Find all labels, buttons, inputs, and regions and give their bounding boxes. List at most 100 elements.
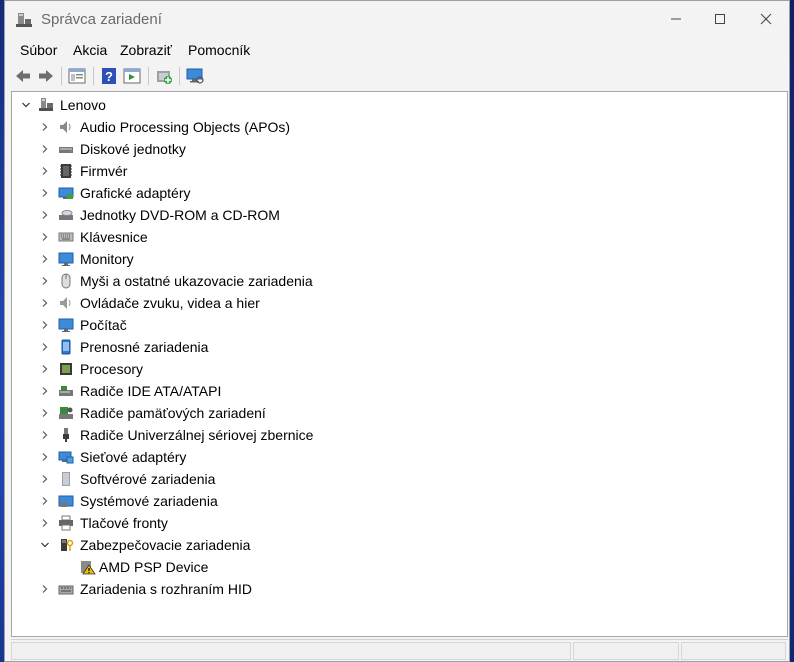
tree-node-root[interactable]: Lenovo (12, 95, 787, 115)
tree-node-label: Diskové jednotky (80, 141, 186, 157)
properties-view-icon[interactable] (67, 66, 87, 86)
chevron-right-icon[interactable] (40, 232, 50, 242)
tree-node-category[interactable]: Grafické adaptéry (12, 183, 787, 203)
tree-node-category[interactable]: Sieťové adaptéry (12, 447, 787, 467)
chevron-right-icon[interactable] (40, 474, 50, 484)
tree-node-label: Radiče pamäťových zariadení (80, 405, 266, 421)
tree-node-category[interactable]: Myši a ostatné ukazovacie zariadenia (12, 271, 787, 291)
status-cell (573, 642, 679, 660)
toolbar-separator (179, 67, 180, 85)
tree-node-category[interactable]: Procesory (12, 359, 787, 379)
dvd-drive-icon (59, 210, 73, 220)
tree-node-category[interactable]: Audio Processing Objects (APOs) (12, 117, 787, 137)
tree-node-category[interactable]: Jednotky DVD-ROM a CD-ROM (12, 205, 787, 225)
chevron-right-icon[interactable] (40, 166, 50, 176)
status-bar (11, 639, 788, 662)
close-button[interactable] (743, 1, 789, 37)
chevron-right-icon[interactable] (40, 342, 50, 352)
chevron-right-icon[interactable] (40, 386, 50, 396)
menu-bar: Súbor Akcia Zobraziť Pomocník (5, 39, 789, 61)
chevron-right-icon[interactable] (40, 144, 50, 154)
menu-action[interactable]: Akcia (73, 42, 107, 58)
chevron-right-icon[interactable] (40, 496, 50, 506)
tree-node-category[interactable]: Ovládače zvuku, videa a hier (12, 293, 787, 313)
tree-node-label: Sieťové adaptéry (80, 449, 187, 465)
chevron-right-icon[interactable] (40, 364, 50, 374)
chevron-right-icon[interactable] (40, 254, 50, 264)
maximize-icon (715, 14, 725, 24)
tree-node-label: Radiče IDE ATA/ATAPI (80, 383, 222, 399)
tree-node-label: Firmvér (80, 163, 128, 179)
tree-node-category[interactable]: Firmvér (12, 161, 787, 181)
chevron-right-icon[interactable] (40, 452, 50, 462)
run-view-icon[interactable] (122, 66, 142, 86)
tree-node-label: Systémové zariadenia (80, 493, 218, 509)
tree-node-category[interactable]: Zabezpečovacie zariadenia (12, 535, 787, 555)
keyboard-icon (58, 232, 74, 242)
storage-controller-icon (59, 407, 73, 419)
tree-node-child[interactable]: AMD PSP Device (12, 557, 787, 577)
update-driver-icon[interactable] (154, 66, 174, 86)
menu-help[interactable]: Pomocník (188, 42, 250, 58)
chevron-right-icon[interactable] (40, 430, 50, 440)
minimize-button[interactable] (653, 1, 699, 37)
help-icon[interactable]: ? (99, 66, 119, 86)
hid-icon (58, 585, 74, 595)
tree-node-label: AMD PSP Device (99, 559, 209, 575)
sound-icon (60, 297, 71, 309)
title-bar[interactable]: Správca zariadení (5, 1, 789, 37)
tree-node-category[interactable]: Diskové jednotky (12, 139, 787, 159)
processor-icon (60, 363, 72, 375)
display-adapter-icon (58, 187, 74, 199)
chevron-right-icon[interactable] (40, 584, 50, 594)
chevron-right-icon[interactable] (40, 408, 50, 418)
warning-device-icon (81, 561, 96, 575)
menu-view[interactable]: Zobraziť (120, 42, 172, 58)
chevron-right-icon[interactable] (40, 210, 50, 220)
speaker-icon (60, 121, 71, 133)
chevron-right-icon[interactable] (40, 122, 50, 132)
computer-icon (58, 318, 74, 332)
chevron-right-icon[interactable] (40, 518, 50, 528)
maximize-button[interactable] (697, 1, 743, 37)
chevron-right-icon[interactable] (40, 320, 50, 330)
scan-hardware-icon[interactable] (185, 66, 205, 86)
chevron-right-icon[interactable] (40, 188, 50, 198)
toolbar-separator (61, 67, 62, 85)
window-title: Správca zariadení (41, 11, 162, 28)
tree-node-category[interactable]: Softvérové zariadenia (12, 469, 787, 489)
tree-node-label: Audio Processing Objects (APOs) (80, 119, 291, 135)
tree-node-category[interactable]: Radiče Univerzálnej sériovej zbernice (12, 425, 787, 445)
close-icon (760, 13, 772, 25)
network-adapter-icon (58, 451, 74, 464)
ide-controller-icon (59, 386, 73, 396)
tree-node-category[interactable]: Radiče IDE ATA/ATAPI (12, 381, 787, 401)
tree-node-category[interactable]: Prenosné zariadenia (12, 337, 787, 357)
chevron-right-icon[interactable] (40, 298, 50, 308)
printer-icon (59, 515, 73, 531)
tree-node-label: Ovládače zvuku, videa a hier (80, 295, 260, 311)
chevron-down-icon[interactable] (21, 100, 31, 110)
tree-node-category[interactable]: Zariadenia s rozhraním HID (12, 579, 787, 599)
tree-node-category[interactable]: Tlačové fronty (12, 513, 787, 533)
disk-drive-icon (59, 147, 73, 153)
tree-node-category[interactable]: Systémové zariadenia (12, 491, 787, 511)
back-icon[interactable] (13, 66, 33, 86)
tree-node-category[interactable]: Klávesnice (12, 227, 787, 247)
toolbar-separator (93, 67, 94, 85)
tree-node-category[interactable]: Počítač (12, 315, 787, 335)
system-device-icon (58, 495, 74, 507)
tree-root-label: Lenovo (60, 97, 106, 113)
forward-icon[interactable] (36, 66, 56, 86)
tree-node-category[interactable]: Monitory (12, 249, 787, 269)
tree-node-label: Klávesnice (80, 229, 148, 245)
menu-file[interactable]: Súbor (20, 42, 57, 58)
device-manager-window: Správca zariadení Súbor Akcia Zobraziť P… (4, 0, 790, 662)
tree-node-label: Tlačové fronty (80, 515, 168, 531)
tree-node-category[interactable]: Radiče pamäťových zariadení (12, 403, 787, 423)
device-tree[interactable]: Lenovo Audio Processing Objects (APOs) Di… (11, 91, 788, 637)
tree-node-label: Myši a ostatné ukazovacie zariadenia (80, 273, 313, 289)
status-cell (11, 642, 571, 660)
chevron-right-icon[interactable] (40, 276, 50, 286)
chevron-down-icon[interactable] (40, 540, 50, 550)
